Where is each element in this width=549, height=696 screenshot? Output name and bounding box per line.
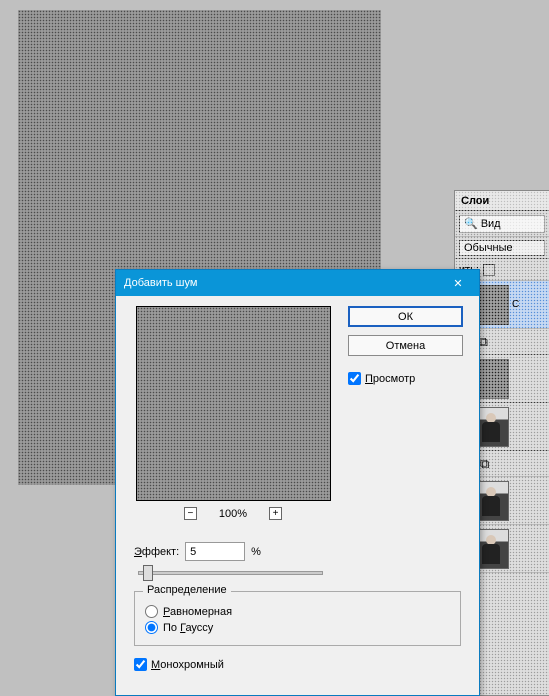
preview-checkbox-row[interactable]: Просмотр [348,372,467,385]
uniform-radio-label: Равномерная [163,606,232,618]
zoom-out-button[interactable]: − [184,507,197,520]
monochrome-checkbox-row[interactable]: Монохромный [116,656,479,673]
amount-row: Эффект: % [116,536,479,563]
amount-unit: % [251,546,261,558]
gaussian-radio-label: По Гауссу [163,622,213,634]
gaussian-radio-row[interactable]: По Гауссу [145,621,450,634]
add-noise-dialog: Добавить шум ✕ − 100% + ОК Отмена Просмо… [115,269,480,696]
uniform-radio-row[interactable]: Равномерная [145,605,450,618]
amount-input[interactable] [185,542,245,561]
preview-image[interactable] [136,306,331,501]
gaussian-radio[interactable] [145,621,158,634]
close-icon: ✕ [453,277,462,290]
distribution-legend: Распределение [143,584,231,596]
amount-slider[interactable] [138,571,323,575]
dialog-titlebar[interactable]: Добавить шум ✕ [116,270,479,296]
zoom-in-button[interactable]: + [269,507,282,520]
zoom-percent: 100% [219,508,247,520]
cancel-button[interactable]: Отмена [348,335,463,356]
monochrome-checkbox-label: Монохромный [151,659,224,671]
amount-slider-row [116,571,479,585]
ok-button[interactable]: ОК [348,306,463,327]
dialog-title-text: Добавить шум [124,277,445,289]
preview-checkbox-label: Просмотр [365,373,415,385]
amount-label: Эффект: [134,546,179,558]
zoom-controls: − 100% + [128,507,338,520]
distribution-fieldset: Распределение Равномерная По Гауссу [134,591,461,646]
slider-thumb[interactable] [143,565,153,581]
uniform-radio[interactable] [145,605,158,618]
close-button[interactable]: ✕ [445,270,471,296]
monochrome-checkbox[interactable] [134,658,147,671]
preview-checkbox[interactable] [348,372,361,385]
